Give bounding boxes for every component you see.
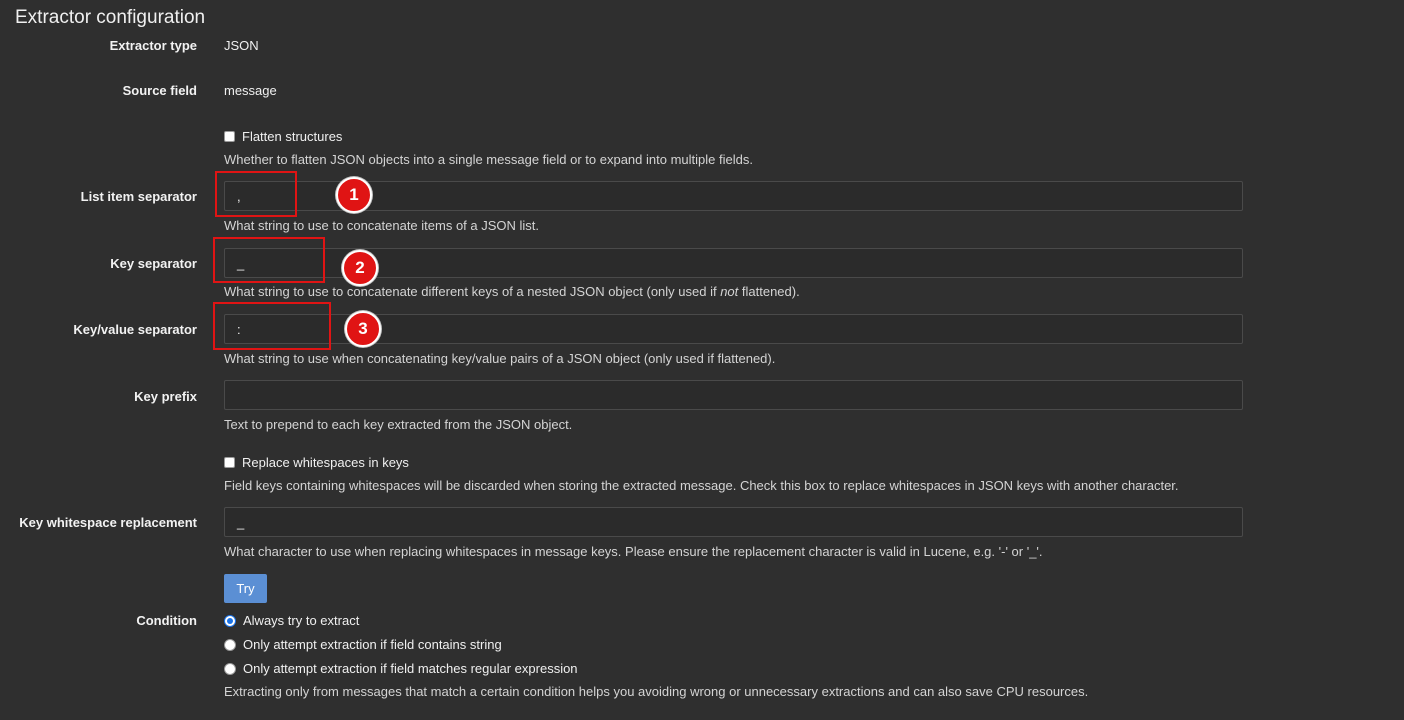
annotation-marker-3: 3 [345,311,381,347]
key-separator-help-end: flattened). [738,284,800,299]
list-item-separator-label: List item separator [80,189,197,204]
replace-whitespaces-label: Replace whitespaces in keys [242,455,409,470]
flatten-structures-help: Whether to flatten JSON objects into a s… [224,152,753,167]
replace-whitespaces-checkbox[interactable] [224,457,235,468]
list-item-separator-help: What string to use to concatenate items … [224,218,540,233]
condition-help: Extracting only from messages that match… [224,684,1089,699]
key-value-separator-help: What string to use when concatenating ke… [224,351,776,366]
replace-whitespaces-help: Field keys containing whitespaces will b… [224,478,1179,493]
extractor-type-label: Extractor type [109,38,197,53]
highlight-box-3 [213,302,331,350]
key-separator-help-emphasis: not [720,284,739,299]
highlight-box-2 [213,237,325,283]
condition-always-radio[interactable] [224,614,236,627]
condition-always-label: Always try to extract [243,613,360,628]
flatten-structures-row[interactable]: Flatten structures [224,129,342,144]
list-item-separator-input[interactable]: , [224,181,1243,211]
condition-option-regex[interactable]: Only attempt extraction if field matches… [224,661,578,676]
key-prefix-help: Text to prepend to each key extracted fr… [224,417,573,432]
annotation-marker-1: 1 [336,177,372,213]
key-prefix-label: Key prefix [134,389,197,404]
key-whitespace-replacement-help: What character to use when replacing whi… [224,544,1043,559]
key-prefix-input[interactable] [224,380,1243,410]
key-whitespace-replacement-label: Key whitespace replacement [19,515,197,530]
highlight-box-1 [215,171,297,217]
key-whitespace-replacement-input[interactable]: _ [224,507,1243,537]
try-button[interactable]: Try [224,574,267,603]
replace-whitespaces-row[interactable]: Replace whitespaces in keys [224,455,409,470]
condition-regex-radio[interactable] [224,662,236,675]
condition-regex-label: Only attempt extraction if field matches… [243,661,578,676]
key-separator-help-start: What string to use to concatenate differ… [224,284,721,299]
condition-contains-radio[interactable] [224,638,236,651]
flatten-structures-checkbox[interactable] [224,131,235,142]
flatten-structures-label: Flatten structures [242,129,343,144]
key-separator-help: What string to use to concatenate differ… [224,284,800,299]
annotation-marker-2: 2 [342,250,378,286]
source-field-value: message [224,83,277,98]
condition-label: Condition [136,613,197,628]
condition-contains-label: Only attempt extraction if field contain… [243,637,502,652]
key-whitespace-replacement-value: _ [237,514,245,530]
condition-option-contains-string[interactable]: Only attempt extraction if field contain… [224,637,502,652]
key-separator-label: Key separator [110,256,197,271]
condition-option-always[interactable]: Always try to extract [224,613,359,628]
page-title: Extractor configuration [15,7,206,28]
key-value-separator-label: Key/value separator [73,322,197,337]
source-field-label: Source field [122,83,197,98]
extractor-type-value: JSON [224,38,259,53]
